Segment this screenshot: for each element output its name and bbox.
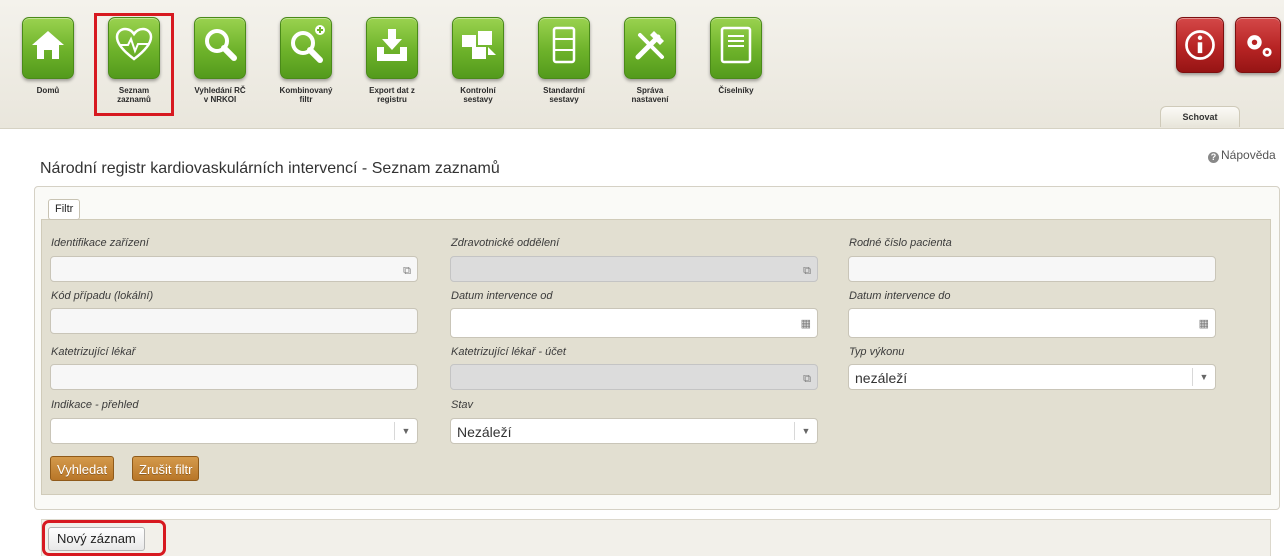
toolbar-item-codebooks[interactable]: Číselníky (697, 17, 775, 95)
toolbar-item-home[interactable]: Domů (9, 17, 87, 95)
hide-toolbar-tab[interactable]: Schovat (1160, 106, 1240, 127)
lookup-icon[interactable]: ⧉ (403, 262, 411, 280)
toolbar-label-combined-filter: Kombinovaný filtr (279, 86, 333, 104)
info-button[interactable] (1170, 17, 1230, 73)
lookup-icon: ⧉ (803, 373, 811, 385)
page-title: Národní registr kardiovaskulárních inter… (40, 160, 500, 177)
chevron-down-icon: ▼ (794, 422, 817, 440)
new-record-highlight (42, 520, 166, 556)
filter-legend: Filtr (48, 199, 81, 220)
status-select[interactable]: Nezáleží ▼ (450, 418, 818, 444)
help-label: Nápověda (1221, 148, 1276, 162)
birth-number-input[interactable] (848, 256, 1216, 282)
main-toolbar: Domů Seznam zaznamů Vyhledání RČ v NRKOI… (0, 0, 1284, 129)
date-from-label: Datum intervence od (451, 290, 553, 302)
toolbar-label-control-reports: Kontrolní sestavy (460, 86, 496, 104)
toolbar-item-combined-filter[interactable]: Kombinovaný filtr (267, 17, 345, 104)
department-label: Zdravotnické oddělení (451, 237, 560, 249)
toolbar-label-settings: Správa nastavení (631, 86, 669, 104)
calendar-icon[interactable]: ▦ (1199, 315, 1209, 333)
toolbar-label-standard-reports: Standardní sestavy (543, 86, 585, 104)
export-icon (366, 17, 418, 79)
status-value: Nezáleží (457, 424, 512, 440)
help-link[interactable]: ? Nápověda (1208, 148, 1276, 163)
case-code-input[interactable] (50, 308, 418, 334)
facility-label: Identifikace zařízení (51, 237, 149, 249)
help-icon: ? (1208, 152, 1219, 163)
date-from-input[interactable]: ▦ (450, 308, 818, 338)
procedure-type-label: Typ výkonu (849, 346, 905, 358)
case-code-label: Kód případu (lokální) (51, 290, 154, 302)
report-icon (538, 17, 590, 79)
department-input: ⧉ (450, 256, 818, 282)
toolbar-item-export[interactable]: Export dat z registru (353, 17, 431, 104)
status-label: Stav (451, 399, 474, 411)
tools-icon (624, 17, 676, 79)
date-to-input[interactable]: ▦ (848, 308, 1216, 338)
info-icon (1176, 17, 1224, 73)
physician-account-label: Katetrizující lékař - účet (451, 346, 566, 358)
search-icon (194, 17, 246, 79)
procedure-type-select[interactable]: nezáleží ▼ (848, 364, 1216, 390)
indication-select[interactable]: ▼ (50, 418, 418, 444)
indication-label: Indikace - přehled (51, 399, 139, 411)
facility-input[interactable]: ⧉ (50, 256, 418, 282)
search-button[interactable]: Vyhledat (50, 456, 115, 481)
date-to-label: Datum intervence do (849, 290, 951, 302)
chevron-down-icon: ▼ (394, 422, 417, 440)
chevron-down-icon: ▼ (1192, 368, 1215, 386)
home-icon (22, 17, 74, 79)
physician-label: Katetrizující lékař (51, 346, 136, 358)
toolbar-label-home: Domů (36, 86, 60, 95)
toolbar-item-search-rc[interactable]: Vyhledání RČ v NRKOI (181, 17, 259, 104)
puzzle-icon (452, 17, 504, 79)
settings-button[interactable] (1232, 17, 1284, 73)
procedure-type-value: nezáleží (855, 370, 908, 386)
birth-number-label: Rodné číslo pacienta (849, 237, 952, 249)
toolbar-item-settings[interactable]: Správa nastavení (611, 17, 689, 104)
toolbar-label-codebooks: Číselníky (718, 86, 754, 95)
active-item-highlight (94, 13, 174, 116)
toolbar-item-control-reports[interactable]: Kontrolní sestavy (439, 17, 517, 104)
physician-account-input: ⧉ (450, 364, 818, 390)
clear-filter-button[interactable]: Zrušit filtr (132, 456, 200, 481)
calendar-icon[interactable]: ▦ (801, 315, 811, 333)
toolbar-item-standard-reports[interactable]: Standardní sestavy (525, 17, 603, 104)
toolbar-label-search-rc: Vyhledání RČ v NRKOI (194, 86, 246, 104)
actions-bar (41, 519, 1271, 556)
lookup-icon: ⧉ (803, 265, 811, 277)
physician-input[interactable] (50, 364, 418, 390)
gears-icon (1235, 17, 1281, 73)
search-plus-icon (280, 17, 332, 79)
toolbar-label-export: Export dat z registru (369, 86, 415, 104)
codebook-icon (710, 17, 762, 79)
